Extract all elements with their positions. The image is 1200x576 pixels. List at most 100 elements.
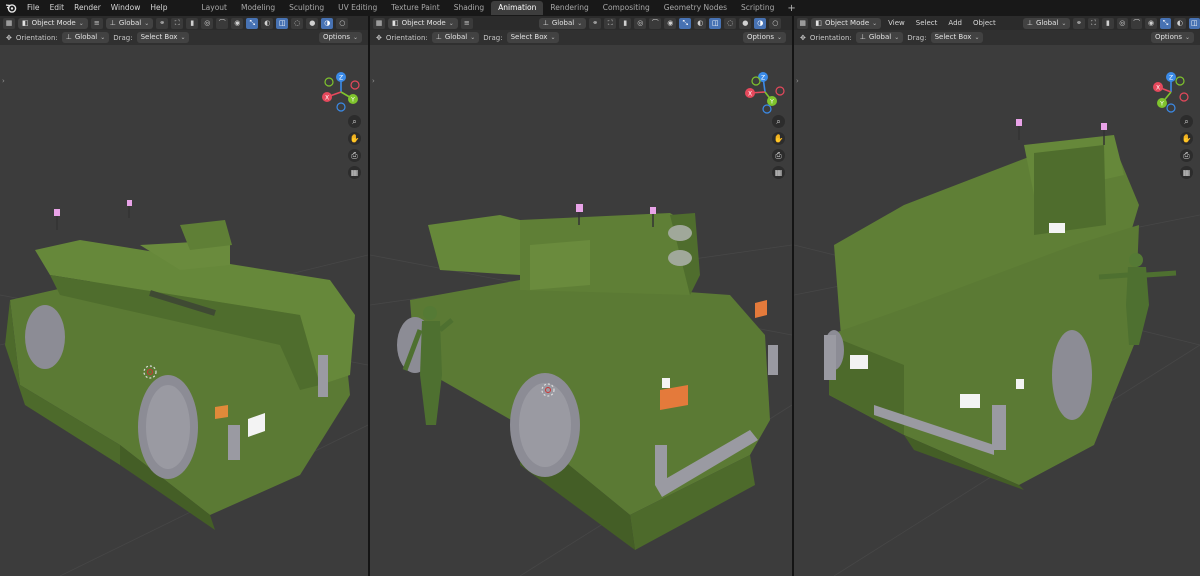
transform-orientation-dropdown[interactable]: ⊥ Global ⌄	[105, 17, 154, 29]
perspective-grid-icon[interactable]: ▦	[348, 166, 361, 179]
overlay-icon[interactable]: ◐	[1174, 17, 1186, 29]
3d-viewport[interactable]: › Z X Y ⌕ ✋ ⎙ ▦	[794, 45, 1200, 576]
tab-layout[interactable]: Layout	[194, 1, 234, 15]
wireframe-shading-icon[interactable]: ◌	[291, 17, 304, 29]
menu-add[interactable]: Add	[944, 19, 966, 27]
gizmo-toggle-icon[interactable]: ⤡	[679, 17, 692, 29]
tab-sculpting[interactable]: Sculpting	[282, 1, 331, 15]
tab-rendering[interactable]: Rendering	[543, 1, 595, 15]
tab-modeling[interactable]: Modeling	[234, 1, 282, 15]
viewport-editor-left[interactable]: ▦ ◧ Object Mode ⌄ ≡ ⊥ Global ⌄ ⚭ ⛶ ▮ ◎ ⌒ ◉ ⤡…	[0, 16, 368, 576]
options-button[interactable]: Options ⌄	[1150, 32, 1194, 43]
visibility-icon[interactable]: ◉	[664, 17, 677, 29]
options-button[interactable]: Options ⌄	[318, 32, 362, 43]
sidebar-toggle-left-icon[interactable]: ›	[796, 77, 799, 85]
solid-shading-icon[interactable]: ●	[739, 17, 752, 29]
gizmo-toggle-icon[interactable]: ⤡	[1159, 17, 1172, 29]
menu-window[interactable]: Window	[106, 0, 146, 16]
proportional-edit-icon[interactable]: ◎	[201, 17, 214, 29]
drag-dropdown[interactable]: Select Box ⌄	[930, 32, 984, 43]
camera-icon[interactable]: ⎙	[1180, 149, 1193, 162]
overlay-icon[interactable]: ◐	[261, 17, 274, 29]
pivot-icon[interactable]: ⚭	[1073, 17, 1085, 29]
visibility-icon[interactable]: ◉	[1145, 17, 1157, 29]
snap-target-icon[interactable]: ▮	[619, 17, 632, 29]
menu-help[interactable]: Help	[145, 0, 172, 16]
snap-icon[interactable]: ⛶	[1087, 17, 1100, 29]
blender-logo-icon[interactable]	[0, 0, 22, 16]
camera-icon[interactable]: ⎙	[348, 149, 361, 162]
perspective-grid-icon[interactable]: ▦	[1180, 166, 1193, 179]
xray-icon[interactable]: ◫	[276, 17, 289, 29]
menu-toggle-icon[interactable]: ≡	[90, 17, 103, 29]
editor-type-icon[interactable]: ▦	[797, 17, 809, 29]
mode-dropdown[interactable]: ◧ Object Mode ⌄	[388, 17, 458, 29]
orientation-dropdown[interactable]: ⊥ Global ⌄	[855, 32, 904, 43]
3d-viewport[interactable]: › Z X Y ⌕ ✋ ⎙ ▦	[370, 45, 792, 576]
rendered-shading-icon[interactable]: ○	[336, 17, 349, 29]
zoom-icon[interactable]: ⌕	[1180, 115, 1193, 128]
tab-scripting[interactable]: Scripting	[734, 1, 781, 15]
move-tool-icon[interactable]: ✥	[376, 34, 382, 42]
menu-select[interactable]: Select	[912, 19, 942, 27]
move-tool-icon[interactable]: ✥	[800, 34, 806, 42]
snap-target-icon[interactable]: ▮	[1102, 17, 1114, 29]
3d-viewport[interactable]: › Z X Y ⌕ ✋ ⎙ ▦	[0, 45, 368, 576]
perspective-grid-icon[interactable]: ▦	[772, 166, 785, 179]
add-workspace-button[interactable]: +	[781, 3, 801, 14]
menu-edit[interactable]: Edit	[45, 0, 70, 16]
xray-icon[interactable]: ◫	[1188, 17, 1200, 29]
options-button[interactable]: Options ⌄	[742, 32, 786, 43]
wireframe-shading-icon[interactable]: ◌	[724, 17, 737, 29]
pivot-icon[interactable]: ⚭	[156, 17, 169, 29]
orientation-dropdown[interactable]: ⊥ Global ⌄	[61, 32, 110, 43]
visibility-icon[interactable]: ◉	[231, 17, 244, 29]
transform-orientation-dropdown[interactable]: ⊥ Global ⌄	[1022, 17, 1071, 29]
tab-geometry-nodes[interactable]: Geometry Nodes	[657, 1, 734, 15]
transform-orientation-dropdown[interactable]: ⊥ Global ⌄	[538, 17, 587, 29]
camera-icon[interactable]: ⎙	[772, 149, 785, 162]
overlay-icon[interactable]: ◐	[694, 17, 707, 29]
zoom-icon[interactable]: ⌕	[348, 115, 361, 128]
tab-texture-paint[interactable]: Texture Paint	[384, 1, 446, 15]
material-shading-icon[interactable]: ◑	[321, 17, 334, 29]
falloff-icon[interactable]: ⌒	[216, 17, 229, 29]
navigation-gizmo[interactable]: Z X Y	[1148, 69, 1194, 115]
proportional-edit-icon[interactable]: ◎	[634, 17, 647, 29]
rendered-shading-icon[interactable]: ○	[769, 17, 782, 29]
navigation-gizmo[interactable]: Z X Y	[318, 69, 364, 115]
pivot-icon[interactable]: ⚭	[589, 17, 602, 29]
tab-shading[interactable]: Shading	[447, 1, 491, 15]
menu-file[interactable]: File	[22, 0, 45, 16]
tab-uv-editing[interactable]: UV Editing	[331, 1, 384, 15]
mode-dropdown[interactable]: ◧ Object Mode ⌄	[811, 17, 882, 29]
material-shading-icon[interactable]: ◑	[754, 17, 767, 29]
menu-toggle-icon[interactable]: ≡	[460, 17, 473, 29]
pan-hand-icon[interactable]: ✋	[772, 132, 785, 145]
move-tool-icon[interactable]: ✥	[6, 34, 12, 42]
proportional-edit-icon[interactable]: ◎	[1116, 17, 1128, 29]
snap-icon[interactable]: ⛶	[171, 17, 184, 29]
viewport-editor-right[interactable]: ▦ ◧ Object Mode ⌄ View Select Add Object ⊥…	[794, 16, 1200, 576]
drag-dropdown[interactable]: Select Box ⌄	[506, 32, 560, 43]
zoom-icon[interactable]: ⌕	[772, 115, 785, 128]
gizmo-toggle-icon[interactable]: ⤡	[246, 17, 259, 29]
snap-target-icon[interactable]: ▮	[186, 17, 199, 29]
snap-icon[interactable]: ⛶	[604, 17, 617, 29]
mode-dropdown[interactable]: ◧ Object Mode ⌄	[18, 17, 88, 29]
pan-hand-icon[interactable]: ✋	[348, 132, 361, 145]
menu-view[interactable]: View	[884, 19, 909, 27]
pan-hand-icon[interactable]: ✋	[1180, 132, 1193, 145]
solid-shading-icon[interactable]: ●	[306, 17, 319, 29]
menu-object[interactable]: Object	[969, 19, 1000, 27]
tab-animation[interactable]: Animation	[491, 1, 544, 15]
orientation-dropdown[interactable]: ⊥ Global ⌄	[431, 32, 480, 43]
falloff-icon[interactable]: ⌒	[649, 17, 662, 29]
editor-type-icon[interactable]: ▦	[3, 17, 15, 29]
viewport-editor-middle[interactable]: ▦ ◧ Object Mode ⌄ ≡ ⊥ Global ⌄ ⚭ ⛶ ▮ ◎ ⌒ ◉ ⤡…	[370, 16, 792, 576]
falloff-icon[interactable]: ⌒	[1131, 17, 1143, 29]
xray-icon[interactable]: ◫	[709, 17, 722, 29]
editor-type-icon[interactable]: ▦	[373, 17, 385, 29]
sidebar-toggle-left-icon[interactable]: ›	[2, 77, 5, 85]
navigation-gizmo[interactable]: Z X Y	[742, 69, 788, 115]
